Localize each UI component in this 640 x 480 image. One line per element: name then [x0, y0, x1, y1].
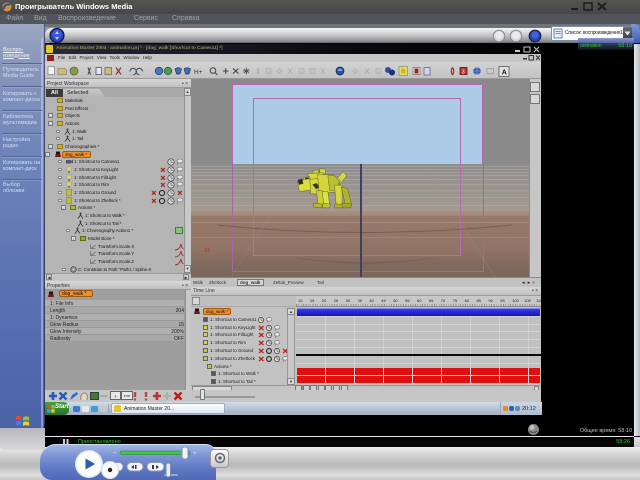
- svg-text:A: A: [502, 70, 507, 77]
- svg-text:H+: H+: [194, 69, 203, 76]
- svg-text:+: +: [193, 451, 197, 457]
- svg-text:–: –: [113, 450, 117, 456]
- svg-text:3: 3: [462, 70, 465, 76]
